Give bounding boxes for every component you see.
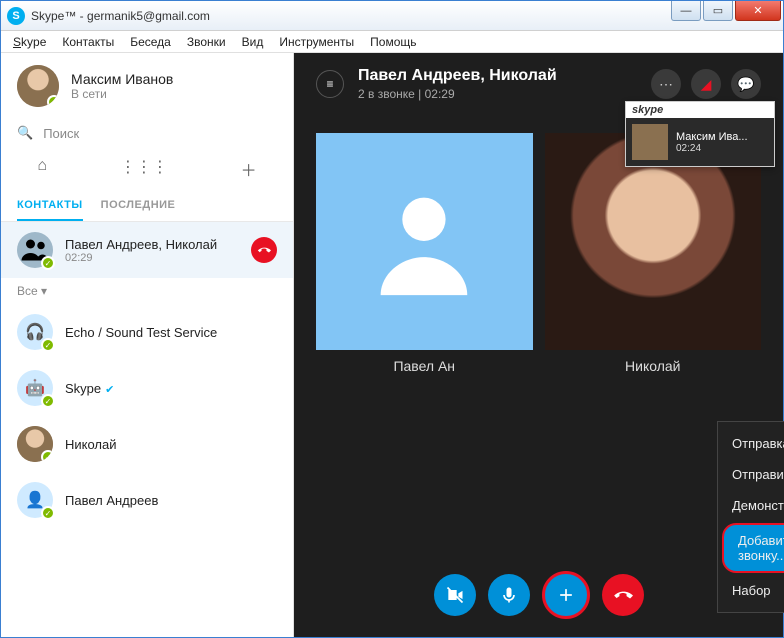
menu-view[interactable]: Вид	[236, 33, 270, 51]
menu-contacts[interactable]: Контакты	[56, 33, 120, 51]
signal-strength-icon[interactable]: ◢	[691, 69, 721, 99]
menu-tools[interactable]: Инструменты	[273, 33, 360, 51]
contact-skype[interactable]: 🤖 Skype✔	[1, 360, 293, 416]
more-button[interactable]: ⋯	[651, 69, 681, 99]
call-title: Павел Андреев, Николай	[358, 67, 557, 85]
maximize-button[interactable]: ▭	[703, 1, 733, 21]
menu-dial[interactable]: Набор	[718, 575, 784, 606]
close-button[interactable]: ✕	[735, 1, 781, 21]
status-icon	[41, 256, 55, 270]
status-icon	[41, 394, 55, 408]
silhouette-avatar-icon: 👤	[17, 482, 53, 518]
photo-avatar	[17, 426, 53, 462]
menu-add-participants[interactable]: Добавить участников к этому звонку...	[722, 523, 784, 573]
self-name: Максим Иванов	[71, 71, 173, 87]
participant-name: Николай	[625, 358, 680, 374]
verified-icon: ✔	[105, 384, 114, 396]
call-subtitle: 2 в звонке | 02:29	[358, 87, 557, 101]
tab-recent[interactable]: ПОСЛЕДНИЕ	[101, 191, 176, 221]
active-call-time: 02:29	[65, 252, 217, 264]
menu-share-screen[interactable]: Демонстрация экрана...	[718, 490, 784, 521]
self-status: В сети	[71, 87, 173, 101]
window-controls: — ▭ ✕	[671, 1, 781, 21]
contact-name: Echo / Sound Test Service	[65, 325, 217, 340]
contact-name: Skype✔	[65, 381, 114, 396]
group-avatar-icon	[17, 232, 53, 268]
online-status-icon	[47, 95, 59, 107]
mic-toggle-button[interactable]	[488, 574, 530, 616]
titlebar: S Skype™ - germanik5@gmail.com — ▭ ✕	[1, 1, 783, 31]
add-to-call-button[interactable]	[542, 571, 590, 619]
search-icon: 🔍	[17, 125, 33, 141]
menu-calls[interactable]: Звонки	[181, 33, 232, 51]
contact-name: Павел Андреев	[65, 493, 158, 508]
sidebar: Максим Иванов В сети 🔍 Поиск ⌂ ⋮⋮⋮ ＋ КОН…	[1, 53, 294, 637]
thumb-name: Максим Ива...	[676, 131, 748, 143]
call-control-bar	[434, 571, 644, 619]
contact-nikolay[interactable]: Николай	[1, 416, 293, 472]
status-icon	[41, 338, 55, 352]
menu-send-files[interactable]: Отправка файлов...	[718, 428, 784, 459]
hangup-button[interactable]	[602, 574, 644, 616]
participants-list-icon[interactable]: ≡	[316, 70, 344, 98]
contact-name: Николай	[65, 437, 117, 452]
active-call-item[interactable]: Павел Андреев, Николай 02:29	[1, 222, 293, 278]
participants-grid: Павел Ан Николай	[294, 115, 783, 637]
thumb-time: 02:24	[676, 143, 748, 154]
headset-avatar-icon: 🎧	[17, 314, 53, 350]
chat-button[interactable]: 💬	[731, 69, 761, 99]
status-icon	[41, 506, 55, 520]
active-call-name: Павел Андреев, Николай	[65, 237, 217, 252]
sidebar-tabs: КОНТАКТЫ ПОСЛЕДНИЕ	[1, 191, 293, 222]
dialpad-icon[interactable]: ⋮⋮⋮	[120, 157, 168, 181]
contact-filter[interactable]: Все ▾	[1, 278, 293, 304]
thumb-avatar	[632, 124, 668, 160]
menu-help[interactable]: Помощь	[364, 33, 422, 51]
mini-hangup-button[interactable]	[251, 237, 277, 263]
minimize-button[interactable]: —	[671, 1, 701, 21]
search-field[interactable]: 🔍 Поиск	[1, 119, 293, 147]
tab-contacts[interactable]: КОНТАКТЫ	[17, 191, 83, 221]
self-profile[interactable]: Максим Иванов В сети	[1, 53, 293, 119]
status-icon	[41, 450, 53, 462]
window-title: Skype™ - germanik5@gmail.com	[31, 9, 210, 23]
contact-echo[interactable]: 🎧 Echo / Sound Test Service	[1, 304, 293, 360]
skype-logo-icon: S	[7, 7, 25, 25]
participant-name: Павел Ан	[393, 358, 455, 374]
thumb-brand: skype	[626, 102, 774, 118]
video-toggle-button[interactable]	[434, 574, 476, 616]
self-avatar	[17, 65, 59, 107]
self-video-thumbnail[interactable]: skype Максим Ива... 02:24	[625, 101, 775, 167]
home-icon[interactable]: ⌂	[37, 157, 47, 181]
add-icon[interactable]: ＋	[241, 157, 257, 181]
placeholder-avatar-icon	[316, 133, 533, 350]
bot-avatar-icon: 🤖	[17, 370, 53, 406]
search-placeholder: Поиск	[43, 126, 79, 141]
sidebar-icon-row: ⌂ ⋮⋮⋮ ＋	[1, 147, 293, 191]
call-panel: ≡ Павел Андреев, Николай 2 в звонке | 02…	[294, 53, 783, 637]
participant-pavel[interactable]: Павел Ан	[316, 133, 533, 547]
menubar: Skype Контакты Беседа Звонки Вид Инструм…	[1, 31, 783, 53]
contact-pavel[interactable]: 👤 Павел Андреев	[1, 472, 293, 528]
menu-conversation[interactable]: Беседа	[124, 33, 177, 51]
menu-send-contacts[interactable]: Отправить контакты...	[718, 459, 784, 490]
menu-skype[interactable]: Skype	[7, 33, 52, 51]
call-context-menu: Отправка файлов... Отправить контакты...…	[717, 421, 784, 613]
